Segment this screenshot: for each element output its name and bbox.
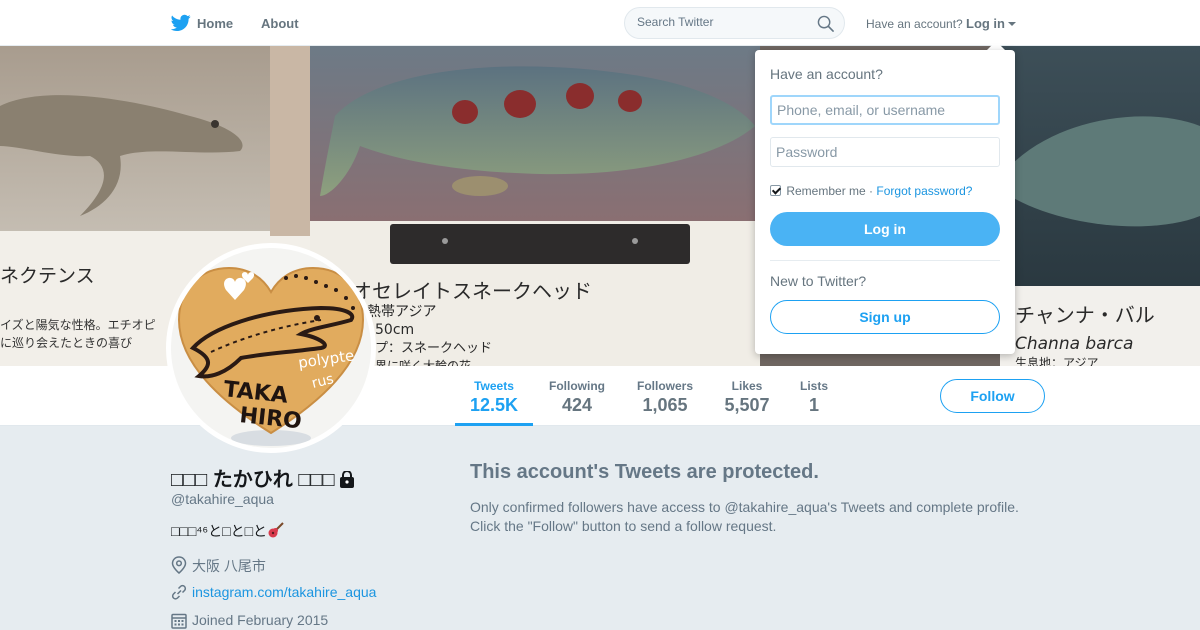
nav-home-link[interactable]: Home	[197, 16, 233, 31]
banner-left-species: ネクテンス	[0, 265, 95, 287]
profile-fullname[interactable]: □□□ たかひれ □□□	[171, 463, 355, 492]
banner-right-name: チャンナ・バル	[1015, 303, 1155, 327]
calendar-icon	[171, 613, 187, 629]
stat-value: 1,065	[642, 395, 688, 415]
banner-left-desc-2: に巡り会えたときの喜び	[0, 336, 132, 350]
top-navigation-bar: Home About Have an account? Log in	[0, 0, 1200, 46]
stat-label: Following	[549, 379, 605, 393]
login-dropdown-toggle[interactable]: Log in	[966, 16, 1016, 31]
avatar[interactable]: polypte rus TAKA HIRO	[166, 243, 376, 453]
login-link-label: Log in	[966, 16, 1005, 31]
stat-label: Followers	[636, 379, 693, 393]
remember-row: Remember me · Forgot password?	[770, 184, 972, 198]
password-field[interactable]	[770, 137, 1000, 167]
stat-value: 424	[561, 395, 593, 415]
search-input[interactable]	[637, 15, 807, 29]
protected-text: Only confirmed followers have access to …	[470, 499, 1019, 534]
fullname-text: □□□ たかひれ □□□	[171, 469, 335, 491]
dropdown-divider	[770, 260, 1000, 261]
stat-following[interactable]: Following 424	[541, 366, 613, 426]
forgot-password-link[interactable]: Forgot password?	[876, 184, 972, 198]
stat-value: 5,507	[724, 395, 770, 415]
stat-tweets[interactable]: Tweets 12.5K	[455, 366, 533, 426]
have-account-text: Have an account?	[866, 17, 963, 31]
stat-value: 12.5K	[469, 395, 519, 415]
banner-center-line-4: 界に咲く大輪の花	[375, 358, 471, 366]
protected-title: This account's Tweets are protected.	[470, 461, 819, 483]
search-icon[interactable]	[817, 15, 834, 32]
bio-text: □□□⁴⁶と□と□と	[171, 523, 268, 539]
signup-button[interactable]: Sign up	[770, 300, 1000, 334]
follow-button[interactable]: Follow	[940, 379, 1045, 413]
dropdown-caret	[987, 41, 1005, 50]
location-pin-icon	[171, 556, 187, 574]
banner-center-region: 熱帯アジア	[367, 304, 436, 320]
stat-lists[interactable]: Lists 1	[791, 366, 837, 426]
profile-handle[interactable]: @takahire_aqua	[171, 491, 274, 507]
new-to-twitter-text: New to Twitter?	[770, 273, 867, 289]
caret-down-icon	[1008, 22, 1016, 26]
stat-label: Likes	[731, 379, 763, 393]
banner-center-line-3: プ：スネークヘッド	[375, 341, 492, 356]
stat-label: Lists	[799, 379, 828, 393]
banner-right-line-3: 生息地：アジア	[1015, 355, 1099, 366]
banner-center-name: オセレイトスネークヘッド	[352, 279, 592, 303]
username-field[interactable]	[770, 95, 1000, 125]
guitar-icon	[268, 522, 284, 538]
banner-left-desc-1: イズと陽気な性格。エチオピ	[0, 317, 156, 332]
login-button[interactable]: Log in	[770, 212, 1000, 246]
remember-checkbox[interactable]	[770, 185, 781, 196]
profile-bio: □□□⁴⁶と□と□と	[171, 521, 285, 541]
login-dropdown: Have an account? Remember me · Forgot pa…	[755, 50, 1015, 354]
avatar-image: polypte rus TAKA HIRO	[171, 248, 371, 448]
banner-right-latin: Channa barca	[1015, 334, 1133, 354]
stat-label: Tweets	[474, 379, 514, 393]
location-text: 大阪 八尾市	[192, 558, 266, 574]
remember-label[interactable]: Remember me	[786, 184, 865, 198]
stat-likes[interactable]: Likes 5,507	[717, 366, 777, 426]
link-icon	[171, 584, 187, 600]
banner-center-size: 50cm	[375, 322, 414, 338]
search-box	[624, 7, 845, 39]
dropdown-title: Have an account?	[770, 66, 883, 82]
lock-icon	[339, 471, 354, 488]
stat-value: 1	[808, 395, 819, 415]
website-link[interactable]: instagram.com/takahire_aqua	[192, 584, 376, 600]
stat-followers[interactable]: Followers 1,065	[629, 366, 701, 426]
joined-text: Joined February 2015	[192, 612, 329, 628]
separator-dot: ·	[869, 184, 874, 198]
nav-about-link[interactable]: About	[261, 16, 299, 31]
twitter-bird-icon[interactable]	[171, 14, 191, 32]
